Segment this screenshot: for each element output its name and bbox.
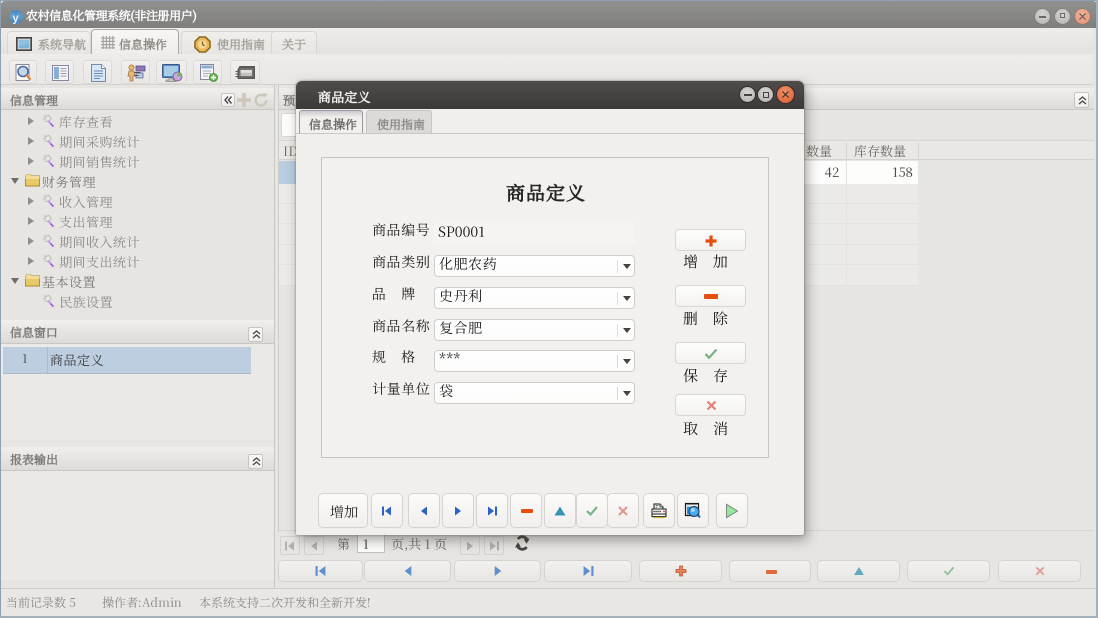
svg-text:y: y: [13, 13, 20, 25]
